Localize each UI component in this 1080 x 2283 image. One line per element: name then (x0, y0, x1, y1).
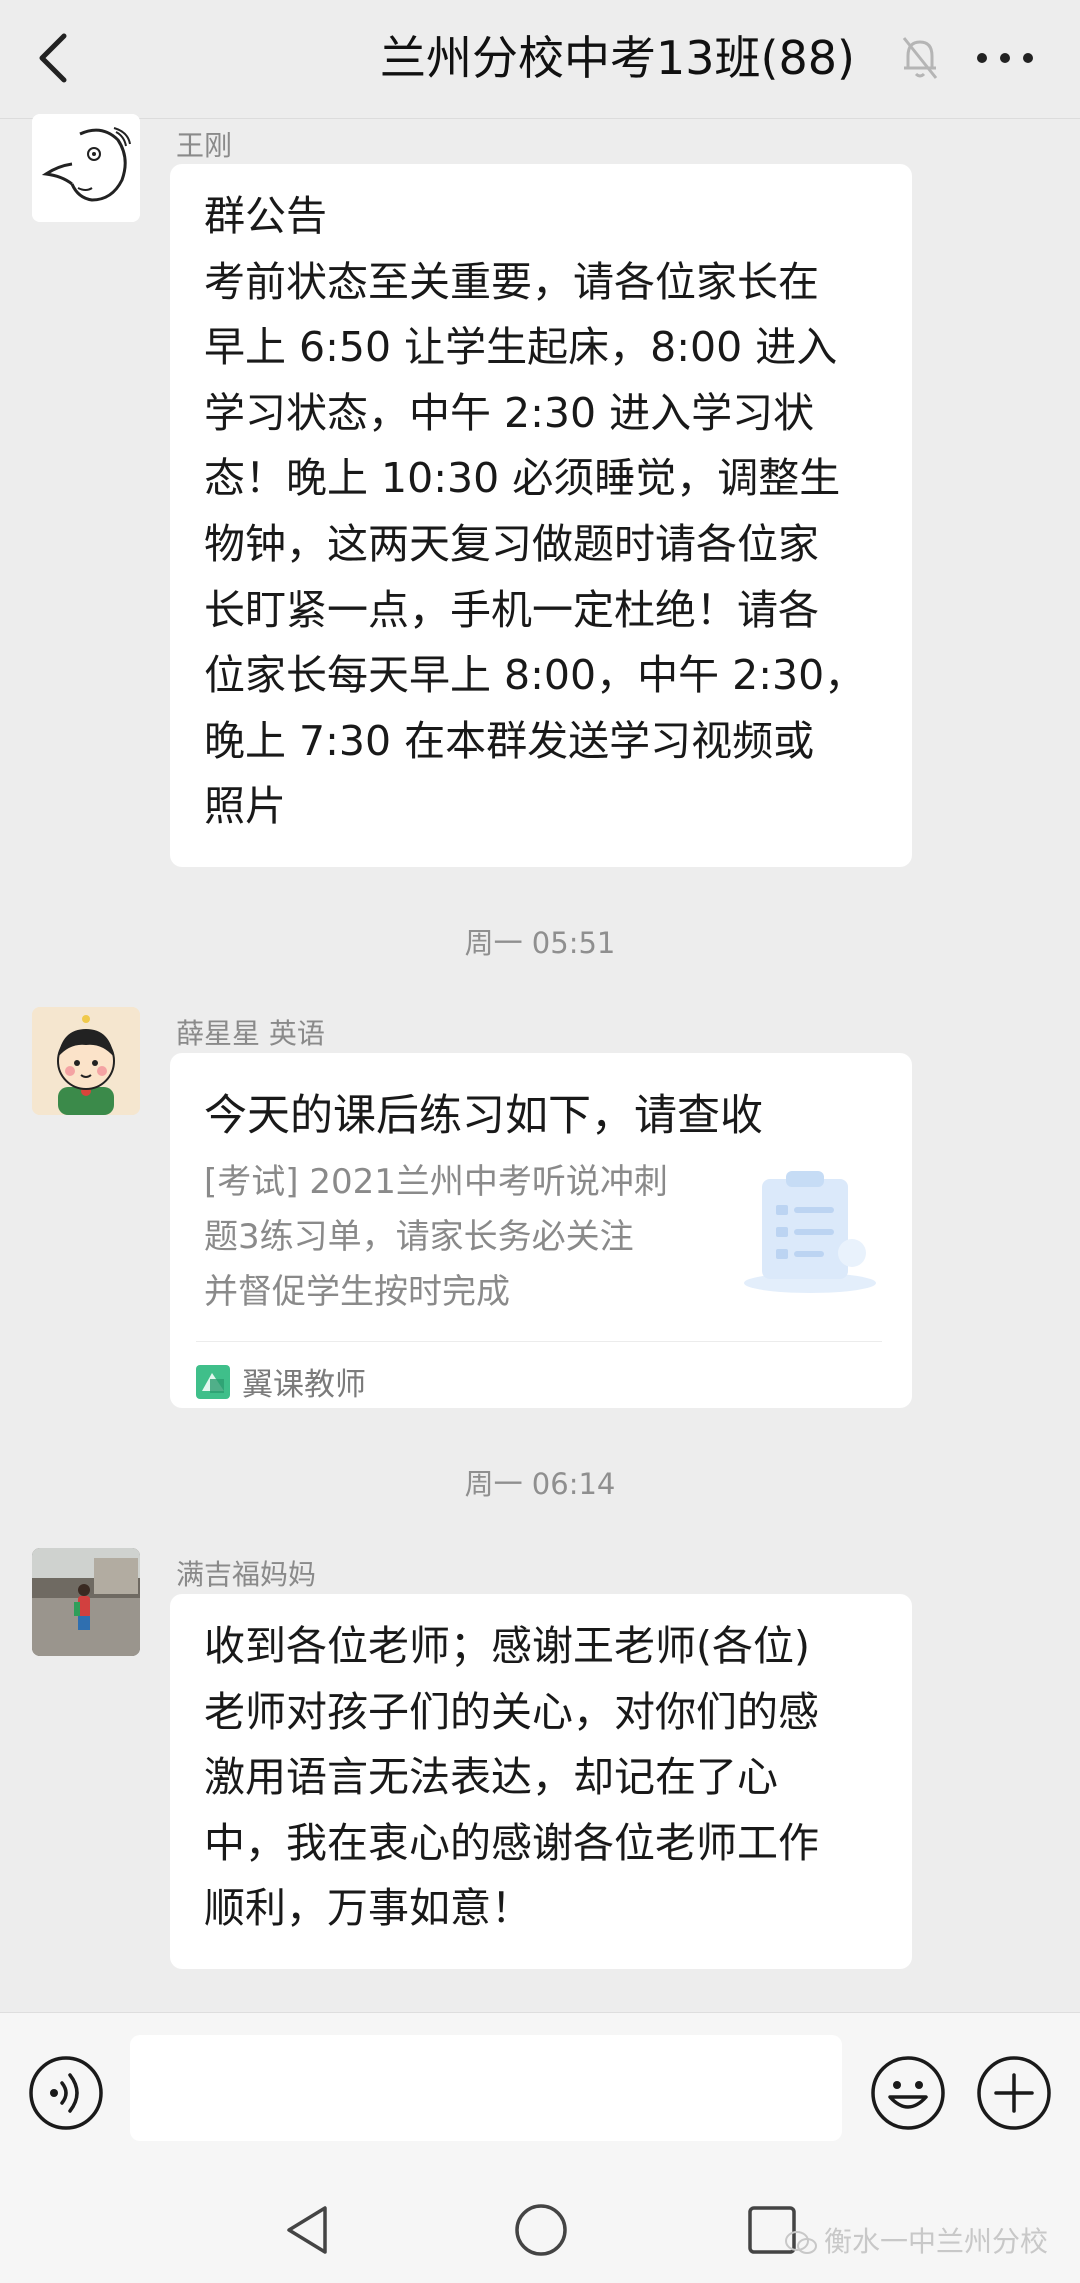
sender-name: 满吉福妈妈 (176, 1558, 317, 1591)
input-bar (0, 2012, 1080, 2173)
message-bubble[interactable]: 收到各位老师；感谢王老师(各位) 老师对孩子们的关心，对你们的感 激用语言无法表… (170, 1594, 912, 1969)
circle-home-icon[interactable] (513, 2202, 569, 2258)
avatar-wanggang[interactable] (32, 114, 140, 222)
link-card[interactable]: 今天的课后练习如下，请查收 [考试] 2021兰州中考听说冲刺 题3练习单，请家… (170, 1053, 912, 1408)
cartoon-face-avatar (32, 114, 140, 222)
timestamp: 周一 06:14 (464, 1467, 616, 1501)
message-text: 群公告 考前状态至关重要，请各位家长在 早上 6:50 让学生起床，8:00 进… (204, 192, 866, 831)
card-source: 翼课教师 (242, 1367, 366, 1403)
emoji-icon[interactable] (870, 2055, 946, 2131)
bell-off-icon (902, 37, 938, 79)
wechat-icon (785, 2231, 817, 2254)
card-title: 今天的课后练习如下，请查收 (204, 1091, 763, 1141)
avatar-manjifu-mama[interactable] (32, 1548, 140, 1656)
chat-header: 兰州分校中考13班(88) (0, 0, 1080, 119)
message-bubble[interactable]: 群公告 考前状态至关重要，请各位家长在 早上 6:50 让学生起床，8:00 进… (170, 164, 912, 867)
photo-avatar (32, 1548, 140, 1656)
watermark: 衡水一中兰州分校 (784, 2220, 1048, 2260)
system-nav-bar: 衡水一中兰州分校 (0, 2172, 1080, 2283)
timestamp: 周一 05:51 (464, 926, 616, 960)
sender-name: 王刚 (176, 129, 233, 162)
message-input[interactable] (130, 2035, 842, 2141)
app-logo-icon (196, 1365, 230, 1399)
voice-icon[interactable] (28, 2055, 104, 2131)
clipboard-icon (744, 1171, 876, 1293)
chat-title[interactable]: 兰州分校中考13班(88) (380, 28, 880, 88)
more-horizontal-icon[interactable] (972, 34, 1038, 82)
avatar-xuexingxing[interactable] (32, 1007, 140, 1115)
card-description: [考试] 2021兰州中考听说冲刺 题3练习单，请家长务必关注 并督促学生按时完… (204, 1162, 668, 1312)
cartoon-boy-avatar (32, 1007, 140, 1115)
triangle-back-icon[interactable] (283, 2202, 333, 2258)
watermark-text: 衡水一中兰州分校 (824, 2225, 1049, 2258)
chevron-left-icon[interactable] (30, 28, 80, 88)
plus-circle-icon[interactable] (976, 2055, 1052, 2131)
card-divider (196, 1341, 882, 1342)
sender-name: 薛星星 英语 (176, 1017, 325, 1050)
message-text: 收到各位老师；感谢王老师(各位) 老师对孩子们的关心，对你们的感 激用语言无法表… (204, 1622, 819, 1933)
